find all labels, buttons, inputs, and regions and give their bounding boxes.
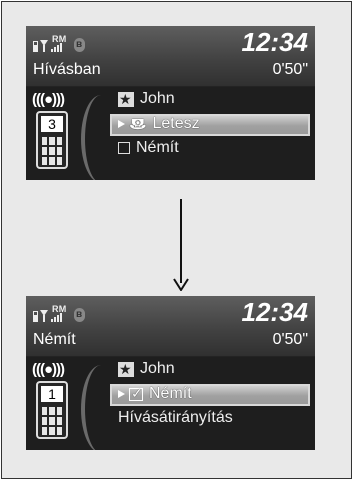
status-icons: RM ʙ [33, 32, 85, 52]
menu-item-contact[interactable]: John [118, 358, 175, 380]
clock: 12:34 [241, 27, 309, 57]
arrow-down-icon [173, 278, 189, 291]
menu-item-mute[interactable]: Némít [118, 382, 192, 405]
menu-item-label: Némít [149, 385, 192, 402]
status-header: RM ʙ 12:34 Némít 0'50" [26, 296, 315, 356]
menu-item-label: John [140, 90, 175, 107]
wireless-icon: (((●))) [32, 91, 65, 108]
keypad-icon [42, 137, 62, 165]
checked-box-icon [129, 382, 143, 404]
menu-arc [81, 365, 121, 450]
call-state: Némít [33, 331, 76, 348]
menu-area: (((●))) 1 John Némít Hívásátirányítás [26, 357, 315, 450]
bluetooth-icon: ʙ [73, 308, 85, 322]
pointer-icon [118, 120, 125, 128]
status-header: RM ʙ 12:34 Hívásban 0'50" [26, 26, 315, 86]
menu-item-call-transfer[interactable]: Hívásátirányítás [118, 407, 233, 429]
menu-arc [81, 95, 121, 180]
bluetooth-icon: ʙ [73, 38, 85, 52]
menu-item-label: Letesz [152, 115, 200, 132]
star-icon [118, 88, 134, 110]
roaming-label: RM [52, 304, 67, 314]
wireless-icon: (((●))) [32, 361, 65, 378]
phone-screen-before: RM ʙ 12:34 Hívásban 0'50" (((●))) 3 John… [26, 26, 315, 180]
phone-icon: 1 [36, 381, 68, 439]
menu-item-label: Hívásátirányítás [118, 409, 233, 426]
battery-icon [33, 41, 38, 52]
transition-arrow [180, 199, 182, 283]
roaming-label: RM [52, 34, 67, 44]
call-state: Hívásban [33, 61, 101, 78]
keypad-icon [42, 407, 62, 435]
battery-icon [33, 311, 38, 322]
menu-item-label: John [140, 360, 175, 377]
clock: 12:34 [241, 297, 309, 327]
handset-icon: ☎ [129, 116, 147, 132]
star-icon [118, 358, 134, 380]
pointer-icon [118, 390, 125, 398]
antenna-icon [40, 310, 49, 322]
phone-screen-after: RM ʙ 12:34 Némít 0'50" (((●))) 1 John Né… [26, 296, 315, 450]
menu-item-contact[interactable]: John [118, 88, 175, 110]
call-duration: 0'50" [272, 61, 308, 78]
menu-item-label: Némít [136, 139, 179, 156]
checkbox-icon [118, 142, 130, 154]
phone-number-display: 1 [41, 386, 63, 402]
call-duration: 0'50" [272, 331, 308, 348]
status-icons: RM ʙ [33, 302, 85, 322]
menu-item-mute[interactable]: Némít [118, 137, 179, 159]
phone-number-display: 3 [41, 116, 63, 132]
menu-area: (((●))) 3 John ☎ Letesz Némít [26, 87, 315, 180]
antenna-icon [40, 40, 49, 52]
menu-item-hang-up[interactable]: ☎ Letesz [118, 113, 200, 135]
phone-icon: 3 [36, 111, 68, 169]
